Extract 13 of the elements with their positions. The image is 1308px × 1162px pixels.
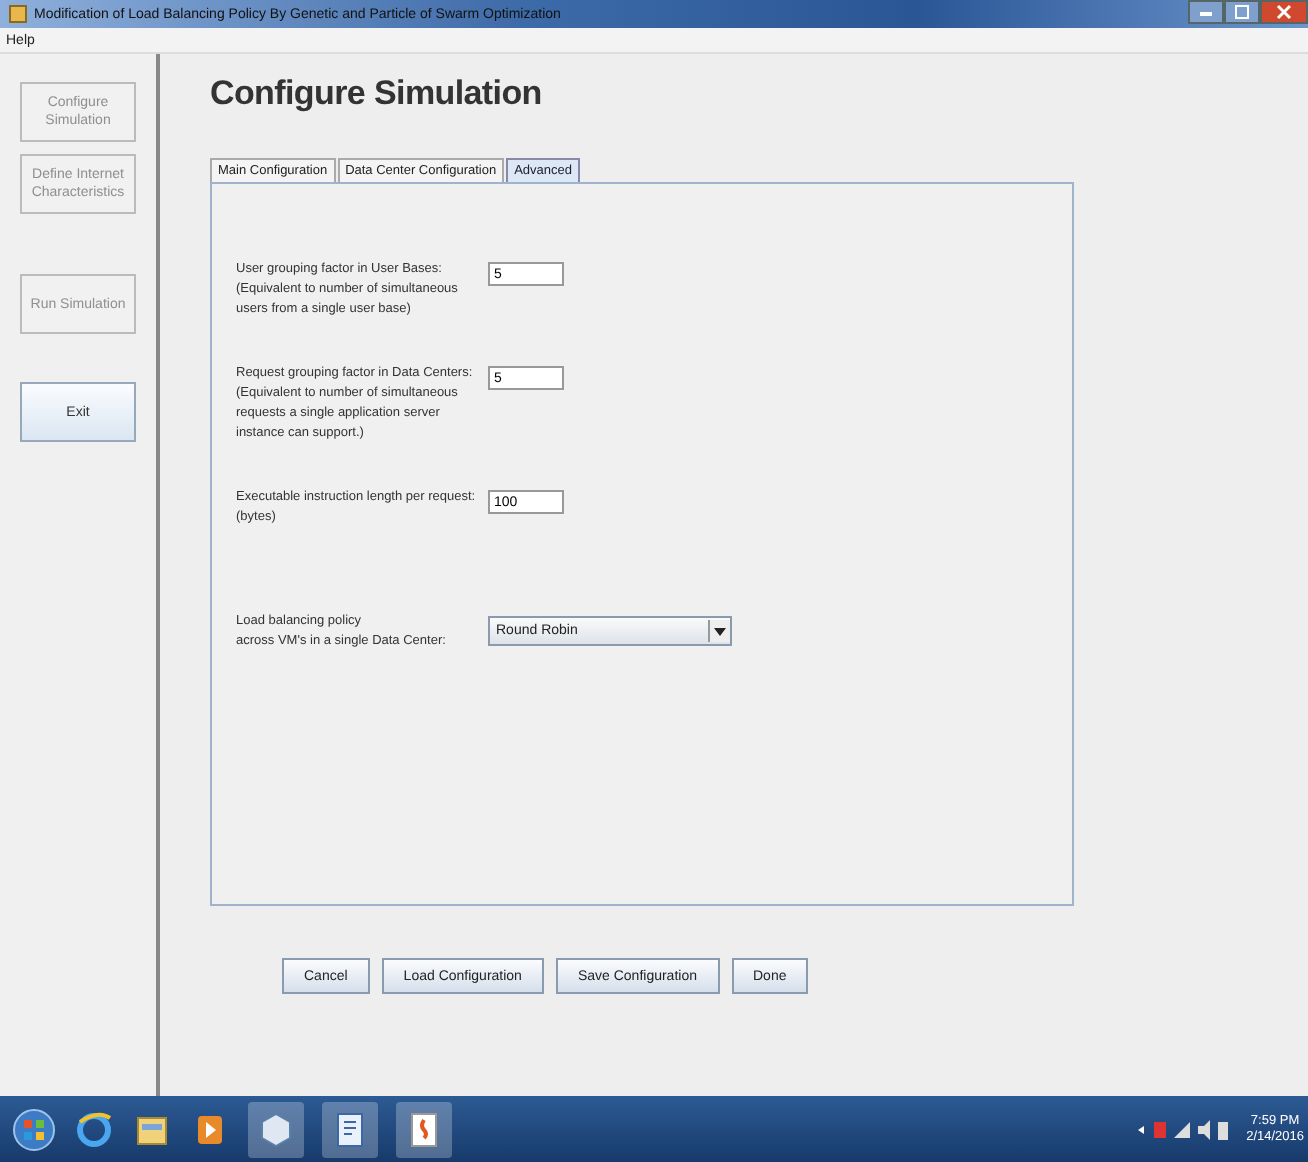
minimize-icon	[1198, 6, 1214, 18]
cube-icon[interactable]	[248, 1101, 304, 1157]
maximize-button[interactable]	[1224, 0, 1260, 24]
document-icon[interactable]	[322, 1101, 378, 1157]
app-icon	[8, 4, 28, 24]
maximize-icon	[1234, 4, 1250, 20]
minimize-button[interactable]	[1188, 0, 1224, 24]
browser-icon[interactable]	[74, 1109, 114, 1149]
caret-icon	[714, 627, 726, 635]
close-icon	[1276, 4, 1292, 20]
start-button[interactable]	[12, 1107, 56, 1151]
page-heading: Configure Simulation	[210, 74, 544, 116]
close-button[interactable]	[1260, 0, 1308, 24]
